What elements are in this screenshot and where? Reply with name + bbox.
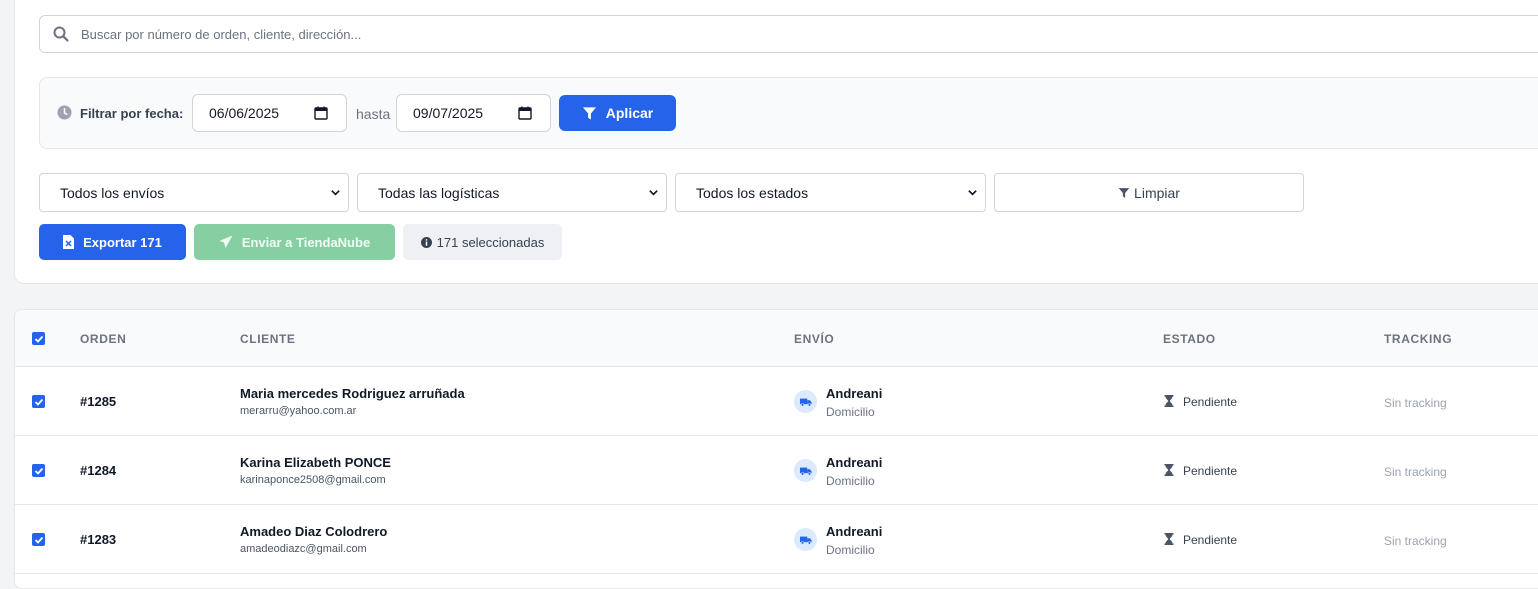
column-header-shipping[interactable]: ENVÍO	[794, 332, 834, 346]
table-row[interactable]: #1285 Maria mercedes Rodriguez arruñada …	[15, 367, 1538, 436]
excel-file-icon	[63, 235, 75, 249]
logistics-select[interactable]: Todas las logísticas	[357, 173, 667, 212]
date-filter-label: Filtrar por fecha:	[80, 106, 184, 121]
selected-count-label: 171 seleccionadas	[436, 234, 545, 250]
client-email: karinaponce2508@gmail.com	[240, 474, 386, 486]
date-from-input[interactable]: 06/06/2025	[192, 94, 347, 132]
shipments-select[interactable]: Todos los envíos	[39, 173, 349, 212]
tracking-value: Sin tracking	[1384, 534, 1447, 548]
status-select[interactable]: Todos los estados	[675, 173, 986, 212]
hourglass-icon	[1164, 395, 1174, 407]
table-row[interactable]: #1284 Karina Elizabeth PONCE karinaponce…	[15, 436, 1538, 505]
apply-button[interactable]: Aplicar	[559, 95, 676, 131]
tracking-value: Sin tracking	[1384, 396, 1447, 410]
client-email: merarru@yahoo.com.ar	[240, 405, 357, 417]
clear-filters-label: Limpiar	[1134, 184, 1180, 201]
carrier-name: Andreani	[826, 386, 883, 401]
row-checkbox[interactable]	[32, 464, 45, 477]
order-number[interactable]: #1283	[80, 532, 116, 547]
chevron-down-icon	[331, 190, 340, 196]
status-select-value: Todos los estados	[696, 185, 809, 201]
check-icon	[34, 467, 43, 475]
check-icon	[34, 398, 43, 406]
carrier-name: Andreani	[826, 455, 883, 470]
info-icon	[420, 236, 432, 248]
calendar-icon[interactable]	[314, 106, 328, 120]
row-checkbox[interactable]	[32, 395, 45, 408]
client-name: Amadeo Diaz Colodrero	[240, 524, 388, 539]
check-icon	[34, 335, 43, 343]
order-number[interactable]: #1285	[80, 394, 116, 409]
status-badge: Pendiente	[1183, 464, 1238, 478]
chevron-down-icon	[968, 190, 977, 196]
paper-plane-icon	[219, 235, 233, 248]
truck-icon	[794, 528, 817, 551]
send-tiendanube-button[interactable]: Enviar a TiendaNube	[194, 224, 395, 260]
date-separator: hasta	[356, 106, 391, 122]
order-number[interactable]: #1284	[80, 463, 116, 478]
filter-icon	[582, 106, 596, 120]
truck-icon	[794, 459, 817, 482]
column-header-order[interactable]: ORDEN	[80, 332, 126, 346]
client-email: amadeodiazc@gmail.com	[240, 543, 367, 555]
search-icon	[53, 26, 69, 42]
hourglass-icon	[1164, 464, 1174, 476]
export-button[interactable]: Exportar 171	[39, 224, 186, 260]
shipping-method: Domicilio	[826, 543, 875, 557]
status-badge: Pendiente	[1183, 533, 1238, 547]
shipments-select-value: Todos los envíos	[60, 185, 165, 201]
apply-label: Aplicar	[605, 105, 654, 121]
date-from-value: 06/06/2025	[209, 105, 280, 121]
hourglass-icon	[1164, 533, 1174, 545]
column-header-tracking[interactable]: TRACKING	[1384, 332, 1452, 346]
search-input[interactable]	[40, 16, 1538, 52]
table-header: ORDEN CLIENTE ENVÍO ESTADO TRACKING	[15, 310, 1538, 367]
tracking-value: Sin tracking	[1384, 465, 1447, 479]
client-name: Maria mercedes Rodriguez arruñada	[240, 386, 465, 401]
shipping-method: Domicilio	[826, 405, 875, 419]
orders-table: ORDEN CLIENTE ENVÍO ESTADO TRACKING #128…	[14, 309, 1538, 589]
status-badge: Pendiente	[1183, 395, 1238, 409]
truck-icon	[794, 390, 817, 413]
filter-icon	[1118, 187, 1130, 198]
date-to-input[interactable]: 09/07/2025	[396, 94, 551, 132]
clock-icon	[57, 105, 72, 120]
logistics-select-value: Todas las logísticas	[378, 185, 500, 201]
check-icon	[34, 536, 43, 544]
calendar-icon[interactable]	[518, 106, 532, 120]
select-all-checkbox[interactable]	[32, 332, 45, 345]
export-label: Exportar 171	[83, 234, 162, 250]
client-name: Karina Elizabeth PONCE	[240, 455, 391, 470]
row-checkbox[interactable]	[32, 533, 45, 546]
send-tiendanube-label: Enviar a TiendaNube	[241, 234, 371, 250]
date-to-value: 09/07/2025	[413, 105, 484, 121]
selected-count-badge: 171 seleccionadas	[403, 224, 562, 260]
chevron-down-icon	[649, 190, 658, 196]
clear-filters-button[interactable]: Limpiar	[994, 173, 1304, 212]
column-header-client[interactable]: CLIENTE	[240, 332, 296, 346]
shipping-method: Domicilio	[826, 474, 875, 488]
column-header-status[interactable]: ESTADO	[1163, 332, 1216, 346]
table-row[interactable]: #1283 Amadeo Diaz Colodrero amadeodiazc@…	[15, 505, 1538, 574]
carrier-name: Andreani	[826, 524, 883, 539]
search-bar[interactable]	[39, 15, 1538, 53]
